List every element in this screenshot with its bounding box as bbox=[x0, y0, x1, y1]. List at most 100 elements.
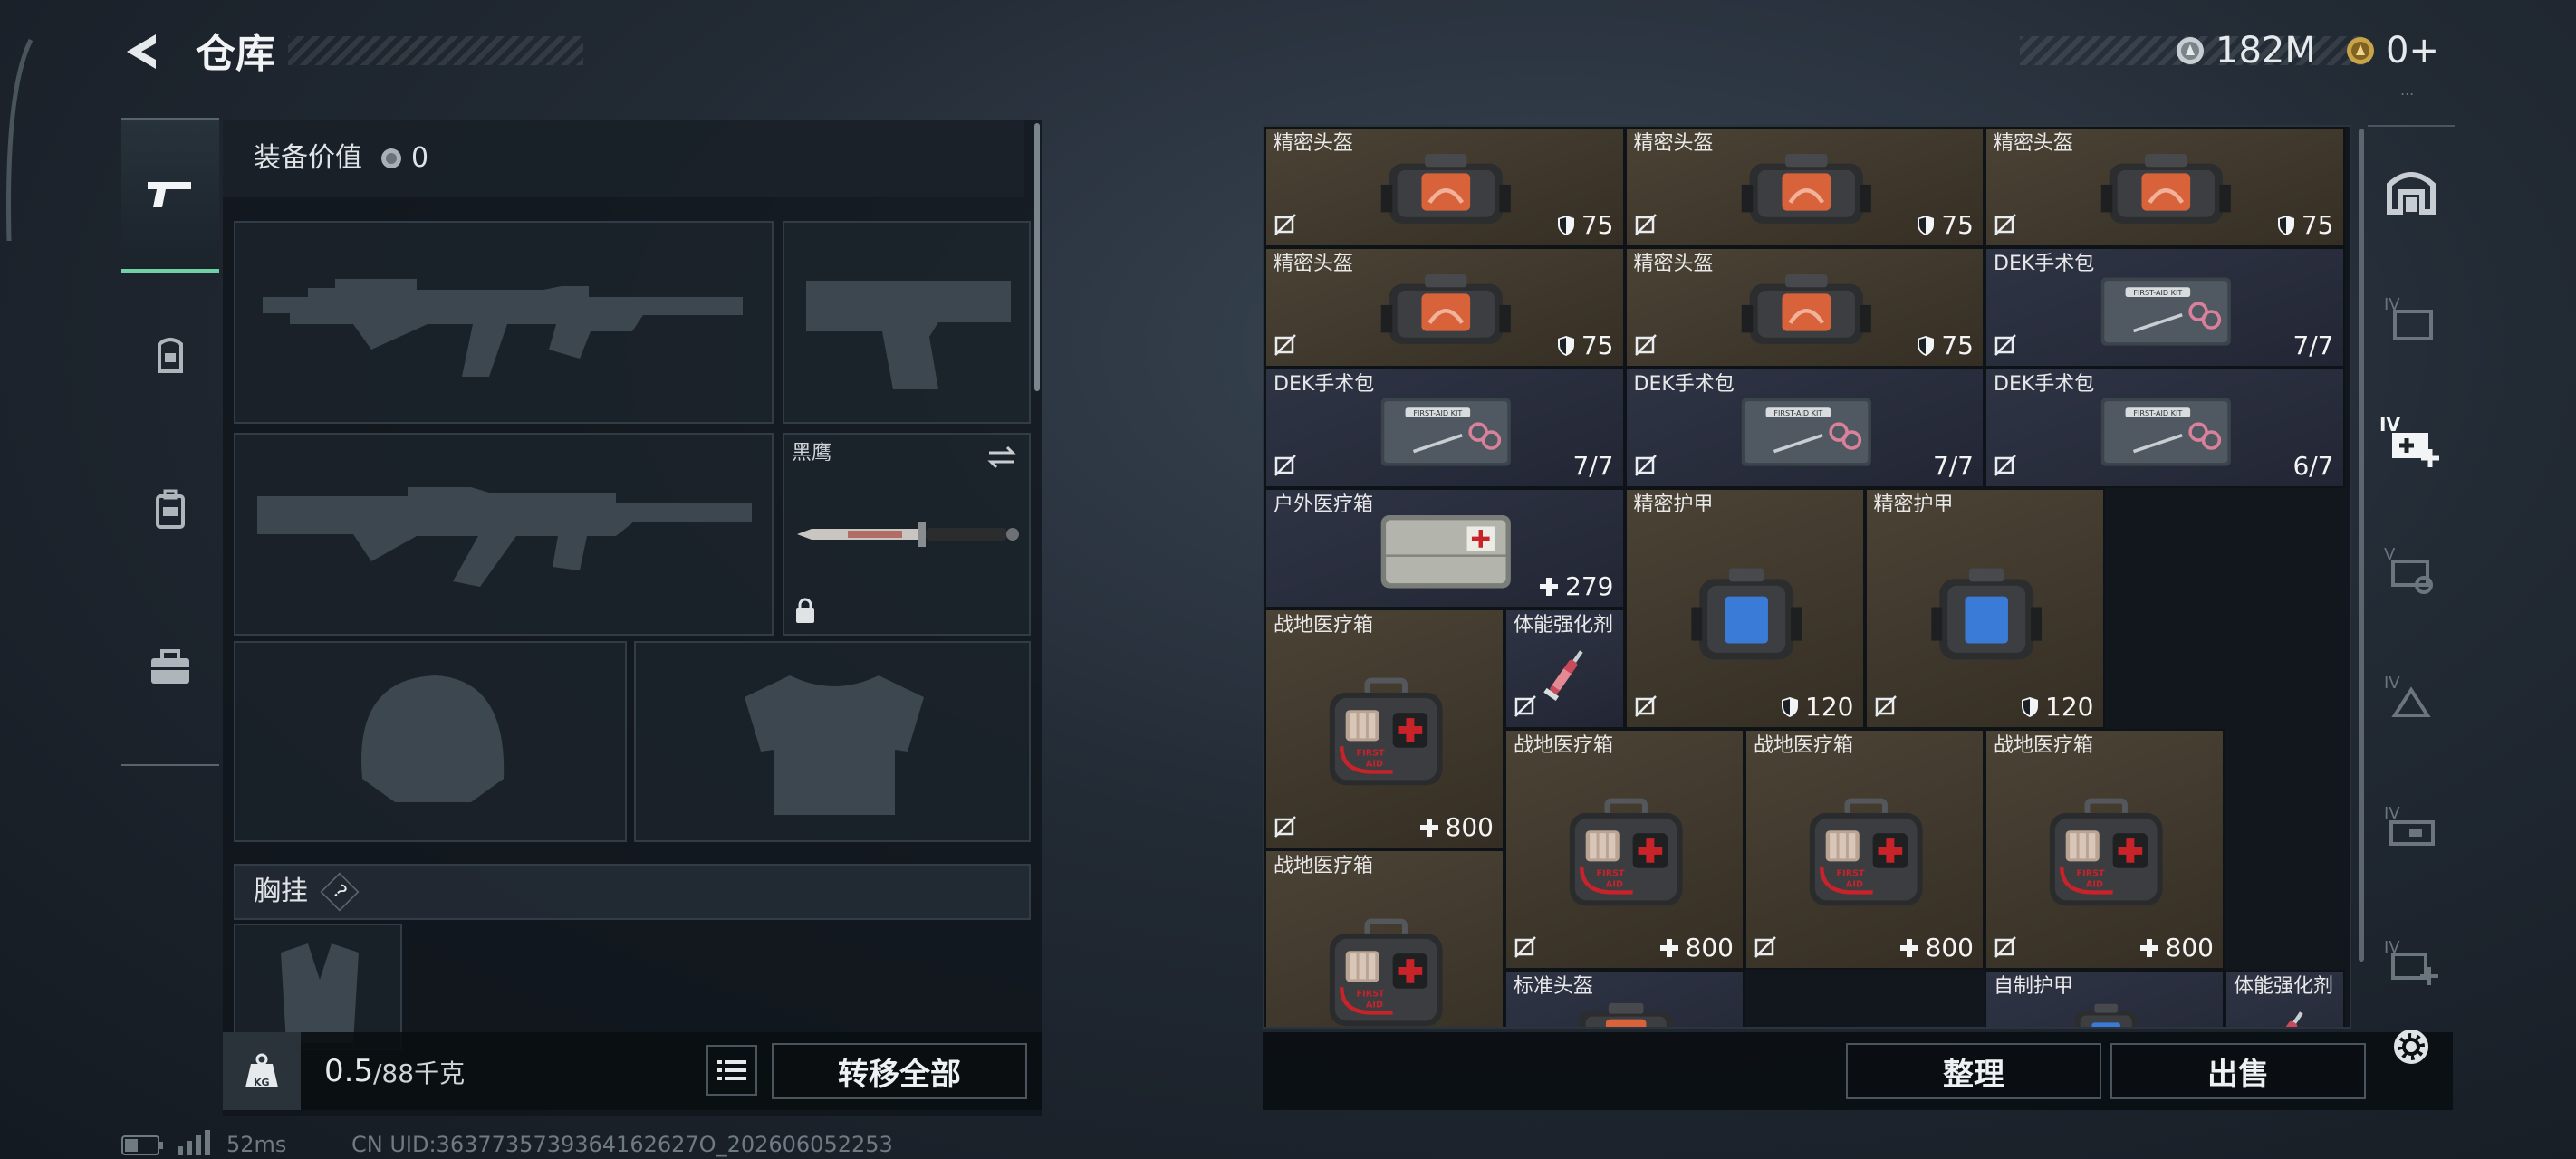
pistol-silhouette-icon bbox=[806, 281, 1011, 389]
no-insure-icon bbox=[1274, 455, 1296, 476]
svg-text:FIRST: FIRST bbox=[1357, 749, 1385, 759]
key-case-icon: V bbox=[2384, 545, 2433, 594]
svg-text:IV: IV bbox=[2384, 804, 2400, 823]
toolbox-icon bbox=[151, 649, 189, 684]
weight-current: 0.5 bbox=[324, 1053, 374, 1089]
stash-item-name: 战地医疗箱 bbox=[1274, 855, 1374, 877]
stash-item-name: DEK手术包 bbox=[1274, 373, 1375, 396]
stash-item-name: 体能强化剂 bbox=[1514, 614, 1614, 637]
chest-rig-header: 胸挂 ? bbox=[234, 864, 1031, 920]
stash-item-firstaid[interactable]: FIRST AID 战地医疗箱 800 bbox=[1745, 729, 1985, 970]
tab-weapons[interactable] bbox=[121, 120, 219, 273]
no-insure-icon bbox=[1754, 936, 1776, 958]
no-insure-icon bbox=[1634, 695, 1657, 717]
chest-rig-slot[interactable] bbox=[234, 924, 402, 1050]
rifle-silhouette-icon bbox=[257, 487, 752, 587]
stash-item-name: 精密头盔 bbox=[1633, 132, 1714, 155]
equipment-scrollbar[interactable] bbox=[1034, 123, 1040, 391]
currency-2-value[interactable]: 0+ bbox=[2386, 33, 2439, 69]
stash-item-surgery[interactable]: FIRST-AID KIT DEK手术包 7/7 bbox=[1264, 368, 1625, 488]
primary-weapon-slot-1[interactable] bbox=[234, 221, 774, 424]
stash-item-name: DEK手术包 bbox=[1633, 373, 1735, 396]
tab-backpack[interactable] bbox=[121, 433, 219, 587]
transfer-all-button[interactable]: 转移全部 bbox=[772, 1043, 1027, 1099]
stash-item-name: 精密头盔 bbox=[1274, 253, 1354, 275]
helmet-silhouette-icon bbox=[361, 675, 505, 802]
stash-item-helmet[interactable]: 精密头盔 75 bbox=[1624, 247, 1985, 368]
stash-item-name: 精密护甲 bbox=[1633, 493, 1714, 516]
stash-item-helmet[interactable]: 精密头盔 75 bbox=[1264, 247, 1625, 368]
settings-button[interactable] bbox=[2368, 1001, 2455, 1092]
sell-button[interactable]: 出售 bbox=[2110, 1043, 2366, 1099]
chest-rig-help-icon[interactable]: ? bbox=[320, 872, 360, 912]
container-icon: IV bbox=[2384, 295, 2433, 340]
svg-text:IV: IV bbox=[2379, 414, 2400, 436]
surgery-image-icon: FIRST-AID KIT bbox=[1706, 387, 1908, 475]
no-insure-icon bbox=[1994, 334, 2016, 356]
no-insure-icon bbox=[1994, 455, 2016, 476]
rifle-silhouette-icon bbox=[263, 279, 743, 377]
tab-containers[interactable]: IV bbox=[2368, 272, 2455, 362]
firstaid-image-icon: FIRST AID bbox=[2039, 764, 2173, 943]
page-title: 仓库 bbox=[196, 31, 275, 77]
primary-weapon-slot-2[interactable] bbox=[234, 433, 774, 636]
stash-item-name: 户外医疗箱 bbox=[1274, 493, 1374, 516]
tab-all-stash[interactable] bbox=[2368, 145, 2455, 235]
no-insure-icon bbox=[1634, 214, 1657, 235]
melee-name: 黑鹰 bbox=[792, 442, 832, 465]
stash-item-firstaid[interactable]: FIRST AID 战地医疗箱 800 bbox=[1504, 729, 1745, 970]
svg-text:AID: AID bbox=[2086, 880, 2103, 890]
stash-item-armor[interactable]: 精密护甲 120 bbox=[1864, 488, 2105, 729]
tab-medical[interactable]: IV bbox=[2368, 395, 2455, 485]
stash-item-firstaid[interactable]: FIRST AID 战地医疗箱 800 bbox=[1264, 608, 1504, 849]
ping-text: 52ms bbox=[226, 1132, 287, 1157]
helmet-icon bbox=[158, 338, 183, 373]
stash-item-armor[interactable]: 自制护甲 bbox=[1985, 970, 2225, 1027]
stash-item-helmet[interactable]: 精密头盔 75 bbox=[1985, 127, 2345, 247]
stash-grid: 精密头盔 75 精密头盔 75 精密头盔 75 精密头盔 75 精密头盔 75 FIRST-AID … bbox=[1263, 125, 2351, 1029]
stash-item-value: 800 bbox=[2139, 935, 2214, 961]
helmet-slot[interactable] bbox=[234, 641, 627, 842]
stash-scrollbar[interactable] bbox=[2359, 129, 2364, 962]
stash-item-surgery[interactable]: FIRST-AID KIT DEK手术包 7/7 bbox=[1985, 247, 2345, 368]
stash-item-firstaid[interactable]: FIRST AID 战地医疗箱 bbox=[1264, 849, 1504, 1027]
tab-tools[interactable]: IV bbox=[2368, 650, 2455, 741]
stash-bottom-bar: 整理 出售 bbox=[1263, 1032, 2453, 1110]
sort-button[interactable]: 整理 bbox=[1846, 1043, 2101, 1099]
stash-item-helmet[interactable]: 精密头盔 75 bbox=[1264, 127, 1625, 247]
tab-toolbox[interactable] bbox=[121, 590, 219, 744]
tab-gear[interactable] bbox=[121, 279, 219, 433]
swap-icon[interactable] bbox=[985, 444, 1018, 471]
medical-kit-icon: IV bbox=[2379, 414, 2439, 467]
stash-item-helmet[interactable]: 标准头盔 bbox=[1504, 970, 1745, 1027]
tab-ammo[interactable]: IV bbox=[2368, 781, 2455, 871]
header-stripe bbox=[288, 36, 583, 65]
no-insure-icon bbox=[1994, 936, 2016, 958]
stash-item-medbox[interactable]: 户外医疗箱 279 bbox=[1264, 488, 1625, 608]
tab-keys[interactable]: V bbox=[2368, 522, 2455, 612]
stash-item-armor[interactable]: 精密护甲 120 bbox=[1624, 488, 1865, 729]
stash-item-surgery[interactable]: FIRST-AID KIT DEK手术包 6/7 bbox=[1985, 368, 2345, 488]
stash-item-value: 120 bbox=[2020, 694, 2094, 720]
pistol-icon bbox=[148, 181, 191, 207]
supplies-icon: IV bbox=[2384, 938, 2438, 985]
gear-icon bbox=[2394, 1030, 2428, 1064]
list-view-button[interactable] bbox=[706, 1045, 757, 1096]
no-insure-icon bbox=[1274, 816, 1296, 838]
stash-item-syringe[interactable]: 体能强化剂 bbox=[1504, 608, 1625, 729]
stash-item-value: 7/7 bbox=[1932, 451, 1974, 481]
stash-item-surgery[interactable]: FIRST-AID KIT DEK手术包 7/7 bbox=[1624, 368, 1985, 488]
stash-item-value: 800 bbox=[1418, 815, 1494, 840]
stash-item-helmet[interactable]: 精密头盔 75 bbox=[1624, 127, 1985, 247]
stash-item-name: 体能强化剂 bbox=[2234, 975, 2334, 998]
back-arrow-icon[interactable] bbox=[120, 29, 165, 74]
surgery-image-icon: FIRST-AID KIT bbox=[1345, 387, 1547, 475]
pistol-slot[interactable] bbox=[783, 221, 1031, 424]
stash-item-firstaid[interactable]: FIRST AID 战地医疗箱 800 bbox=[1985, 729, 2225, 970]
stash-tabs-topline bbox=[2368, 125, 2455, 127]
stash-item-syringe[interactable]: 体能强化剂 bbox=[2225, 970, 2345, 1027]
armor-slot[interactable] bbox=[634, 641, 1031, 842]
firstaid-image-icon: FIRST AID bbox=[1319, 644, 1453, 822]
tab-supplies[interactable]: IV bbox=[2368, 915, 2455, 1005]
melee-slot[interactable]: 黑鹰 bbox=[783, 433, 1031, 636]
